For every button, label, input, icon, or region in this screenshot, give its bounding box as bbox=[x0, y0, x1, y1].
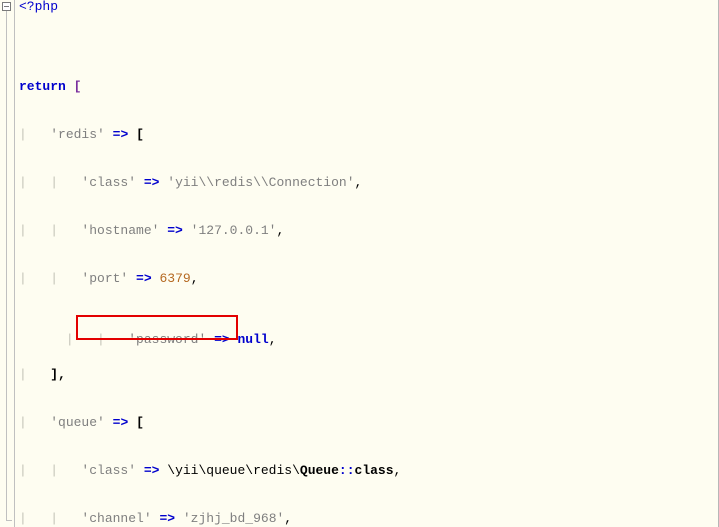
code-line: | | 'class' => 'yii\\redis\\Connection', bbox=[15, 176, 717, 192]
blank-line bbox=[15, 448, 717, 464]
code-line: return [ bbox=[15, 80, 717, 96]
blank-line bbox=[15, 384, 717, 400]
code-line: | | 'hostname' => '127.0.0.1', bbox=[15, 224, 717, 240]
arrow-op: => bbox=[113, 415, 129, 430]
queue-class-name: Queue bbox=[300, 463, 339, 478]
blank-line bbox=[15, 192, 717, 208]
channel-key: 'channel' bbox=[81, 511, 151, 526]
blank-line bbox=[15, 496, 717, 512]
arrow-op: => bbox=[113, 127, 129, 142]
code-area[interactable]: <?php return [ | 'redis' => [ | | 'class… bbox=[15, 0, 717, 527]
arrow-op: => bbox=[159, 511, 175, 526]
gutter bbox=[0, 0, 15, 527]
queue-class-ns: \yii\queue\redis\ bbox=[167, 463, 300, 478]
blank-line bbox=[15, 112, 717, 128]
queue-class-key: 'class' bbox=[81, 463, 136, 478]
code-line: | 'redis' => [ bbox=[15, 128, 717, 144]
hostname-value: '127.0.0.1' bbox=[191, 223, 277, 238]
fold-minus-icon[interactable] bbox=[2, 2, 11, 11]
comma: , bbox=[284, 511, 292, 526]
blank-line bbox=[15, 96, 717, 112]
port-key: 'port' bbox=[81, 271, 128, 286]
blank-line bbox=[15, 64, 717, 80]
blank-line bbox=[15, 16, 717, 32]
arrow-op: => bbox=[214, 332, 230, 347]
password-key: 'password' bbox=[128, 332, 206, 347]
class-key: 'class' bbox=[81, 175, 136, 190]
class-value: 'yii\\redis\\Connection' bbox=[167, 175, 354, 190]
php-open-tag: <?php bbox=[19, 0, 58, 14]
comma: , bbox=[277, 223, 285, 238]
hostname-key: 'hostname' bbox=[81, 223, 159, 238]
comma: , bbox=[269, 332, 277, 347]
blank-line bbox=[15, 288, 717, 304]
redis-key: 'redis' bbox=[50, 127, 105, 142]
fold-guide-line bbox=[6, 11, 7, 521]
code-line: | | 'channel' => 'zjhj_bd_968', bbox=[15, 512, 717, 527]
code-line: | ], bbox=[15, 368, 717, 384]
arrow-op: => bbox=[167, 223, 183, 238]
comma: , bbox=[355, 175, 363, 190]
bracket-open: [ bbox=[136, 415, 144, 430]
queue-key: 'queue' bbox=[50, 415, 105, 430]
code-editor: <?php return [ | 'redis' => [ | | 'class… bbox=[0, 0, 719, 527]
comma: , bbox=[191, 271, 199, 286]
code-line: <?php bbox=[15, 0, 717, 16]
password-value: null bbox=[237, 332, 268, 347]
blank-line bbox=[15, 160, 717, 176]
channel-value: 'zjhj_bd_968' bbox=[183, 511, 284, 526]
blank-line bbox=[15, 480, 717, 496]
code-line-highlighted: | | 'password' => null, bbox=[15, 320, 717, 336]
double-colon: :: bbox=[339, 463, 355, 478]
blank-line bbox=[15, 144, 717, 160]
bracket-close-comma: ], bbox=[50, 367, 66, 382]
blank-line bbox=[15, 432, 717, 448]
port-value: 6379 bbox=[159, 271, 190, 286]
arrow-op: => bbox=[144, 175, 160, 190]
bracket-open: [ bbox=[74, 79, 82, 94]
arrow-op: => bbox=[136, 271, 152, 286]
blank-line bbox=[15, 48, 717, 64]
bracket-open: [ bbox=[136, 127, 144, 142]
return-keyword: return bbox=[19, 79, 66, 94]
comma: , bbox=[394, 463, 402, 478]
blank-line bbox=[15, 240, 717, 256]
code-line: | 'queue' => [ bbox=[15, 416, 717, 432]
code-line: | | 'class' => \yii\queue\redis\Queue::c… bbox=[15, 464, 717, 480]
fold-end-icon bbox=[6, 520, 12, 521]
code-line: | | 'port' => 6379, bbox=[15, 272, 717, 288]
blank-line bbox=[15, 208, 717, 224]
blank-line bbox=[15, 400, 717, 416]
arrow-op: => bbox=[144, 463, 160, 478]
blank-line bbox=[15, 256, 717, 272]
blank-line bbox=[15, 352, 717, 368]
blank-line bbox=[15, 304, 717, 320]
blank-line bbox=[15, 32, 717, 48]
class-const: class bbox=[355, 463, 394, 478]
